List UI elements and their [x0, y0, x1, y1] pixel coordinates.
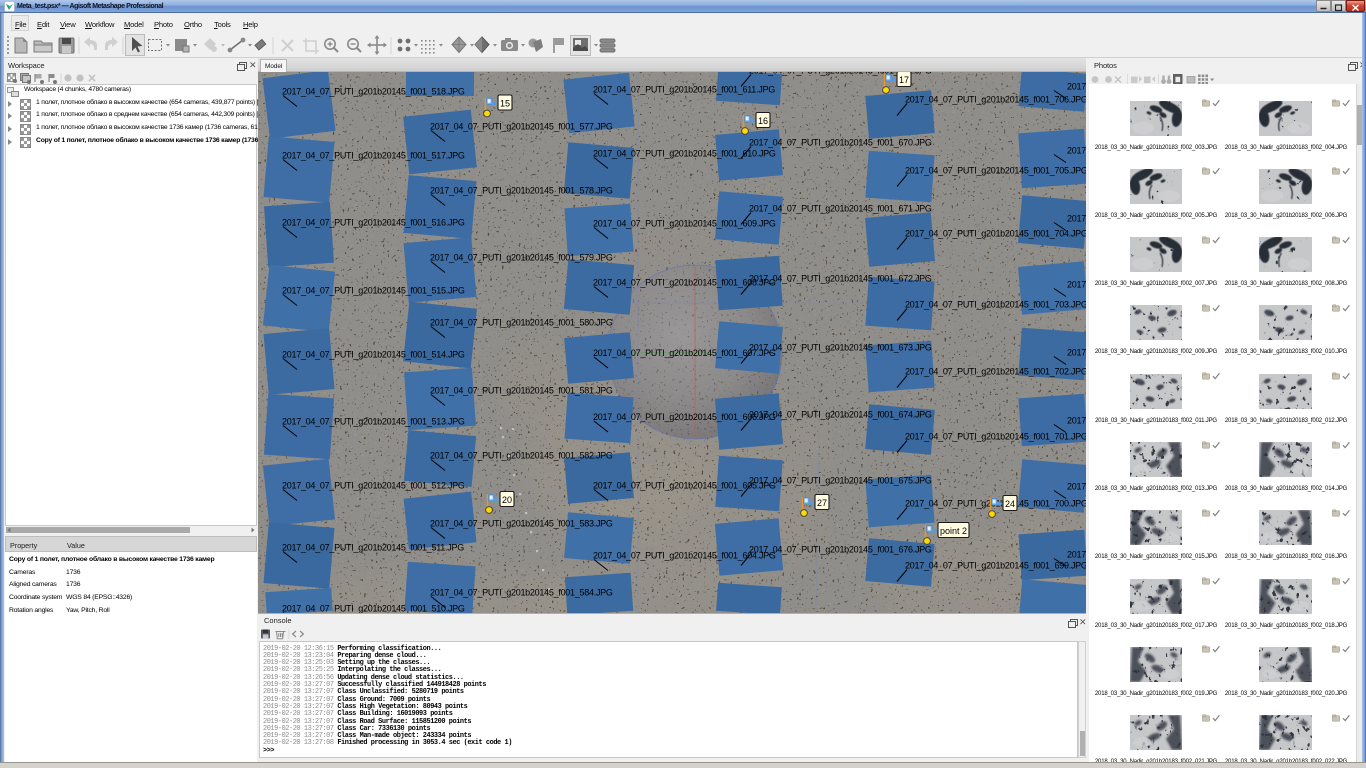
svg-text:2017_04_07_PUTI_g201b20145_f00: 2017_04_07_PUTI_g201b20145_f001_609.JPG	[593, 219, 776, 229]
svg-text:2017_: 2017_	[1067, 482, 1086, 492]
svg-text:27: 27	[817, 498, 827, 508]
svg-text:2017_04_07_PUTI_g201b20145_f00: 2017_04_07_PUTI_g201b20145_f001_581.JPG	[430, 386, 613, 396]
svg-text:2017_04_07_PUTI_g201b20145_f00: 2017_04_07_PUTI_g201b20145_f001_518.JPG	[282, 87, 465, 97]
svg-text:24: 24	[1005, 499, 1015, 509]
svg-text:20: 20	[502, 495, 512, 505]
svg-text:2017_04_07_PUTI_g201b20145_f00: 2017_04_07_PUTI_g201b20145_f001_517.JPG	[282, 151, 465, 161]
svg-text:2017_04_07_PUTI_g201b20145_f00: 2017_04_07_PUTI_g201b20145_f001_511.JPG	[282, 543, 464, 553]
svg-text:point 2: point 2	[940, 526, 967, 536]
svg-text:2017_04_07_PUTI_g201b20145_f00: 2017_04_07_PUTI_g201b20145_f001_514.JPG	[282, 350, 465, 360]
svg-text:2017_04_07_PUTI_g201b20145_f00: 2017_04_07_PUTI_g201b20145_f001_701.JPG	[905, 432, 1086, 442]
svg-text:2017_: 2017_	[1067, 348, 1086, 358]
svg-text:2017_: 2017_	[1067, 146, 1086, 156]
svg-text:2017_04_07_PUTI_g201b20145_f00: 2017_04_07_PUTI_g201b20145_f001_516.JPG	[282, 218, 465, 228]
svg-text:16: 16	[758, 116, 768, 126]
svg-text:2017_04_07_PUTI_g201b20145_f00: 2017_04_07_PUTI_g201b20145_f001_579.JPG	[430, 253, 613, 263]
svg-text:2017_04_07_PUTI_g201b20145_f00: 2017_04_07_PUTI_g201b20145_f001_510.JPG	[282, 604, 465, 614]
svg-text:2017_04_07_PUTI_g201b20145_f00: 2017_04_07_PUTI_g201b20145_f001_670.JPG	[749, 138, 932, 148]
svg-text:2017_04_07_PUTI_g201b20145_f00: 2017_04_07_PUTI_g201b20145_f001_611.JPG	[593, 85, 775, 95]
svg-text:2017_04_07_PUTI_g201b20145_f00: 2017_04_07_PUTI_g201b20145_f001_583.JPG	[430, 519, 613, 529]
svg-text:2017_04_07_PUTI_g201b20145_f00: 2017_04_07_PUTI_g201b20145_f001_675.JPG	[749, 476, 932, 486]
svg-text:2017_04_07_PUTI_g201b20145_f00: 2017_04_07_PUTI_g201b20145_f001_512.JPG	[282, 481, 465, 491]
svg-text:2017_04_07_PUTI_g201b20145_f00: 2017_04_07_PUTI_g201b20145_f001_515.JPG	[282, 286, 465, 296]
svg-text:2017_04_07_PUTI_g201b20145_f00: 2017_04_07_PUTI_g201b20145_f001_702.JPG	[905, 367, 1086, 377]
svg-text:15: 15	[500, 99, 510, 109]
svg-text:17: 17	[899, 75, 909, 85]
svg-text:2017_: 2017_	[1067, 416, 1086, 426]
svg-text:2017_04_07_PUTI_g201b20145_f00: 2017_04_07_PUTI_g201b20145_f001_578.JPG	[430, 186, 613, 196]
svg-text:2017_04_07_PUTI_g201b20145_f00: 2017_04_07_PUTI_g201b20145_f001_705.JPG	[905, 166, 1086, 176]
svg-text:2017_04_07_PUTI_g201b20145_f00: 2017_04_07_PUTI_g201b20145_f001_580.JPG	[430, 318, 613, 328]
svg-text:2017_04_07_PUTI_g201b20145_f00: 2017_04_07_PUTI_g201b20145_f001_671.JPG	[749, 204, 932, 214]
svg-text:2017_04_07_PUTI_g201b20145_f00: 2017_04_07_PUTI_g201b20145_f001_577.JPG	[430, 122, 613, 132]
svg-text:2017_04_07_PUTI_g201b20145_f00: 2017_04_07_PUTI_g201b20145_f001_582.JPG	[430, 451, 613, 461]
svg-text:2017_: 2017_	[1067, 550, 1086, 560]
svg-text:2017_: 2017_	[1067, 214, 1086, 224]
svg-text:2017_04_07_PUTI_g201b20145_f00: 2017_04_07_PUTI_g201b20145_f001_584.JPG	[430, 588, 613, 598]
svg-text:2017_: 2017_	[1067, 280, 1086, 290]
svg-text:2017_04_07_PUTI_g201b20145_f00: 2017_04_07_PUTI_g201b20145_f001_676.JPG	[749, 545, 932, 555]
svg-text:2017_04_07_PUTI_g201b20145_f00: 2017_04_07_PUTI_g201b20145_f001_673.JPG	[749, 343, 932, 353]
svg-text:2017_04_07_PUTI_g201b20145_f00: 2017_04_07_PUTI_g201b20145_f001_674.JPG	[749, 410, 932, 420]
svg-text:2017_04_07_PUTI_g201b20145_f00: 2017_04_07_PUTI_g201b20145_f001_672.JPG	[749, 274, 932, 284]
svg-text:2017_: 2017_	[1067, 82, 1086, 92]
svg-text:2017_04_07_PUTI_g201b20145_f00: 2017_04_07_PUTI_g201b20145_f001_706.JPG	[905, 95, 1086, 105]
svg-text:2017_04_07_PUTI_g201b20145_f00: 2017_04_07_PUTI_g201b20145_f001_704.JPG	[905, 229, 1086, 239]
svg-text:2017_04_07_PUTI_g201b20145_f00: 2017_04_07_PUTI_g201b20145_f001_703.JPG	[905, 300, 1086, 310]
svg-text:2017_04_07_PUTI_g201b20145_f00: 2017_04_07_PUTI_g201b20145_f001_513.JPG	[282, 417, 465, 427]
